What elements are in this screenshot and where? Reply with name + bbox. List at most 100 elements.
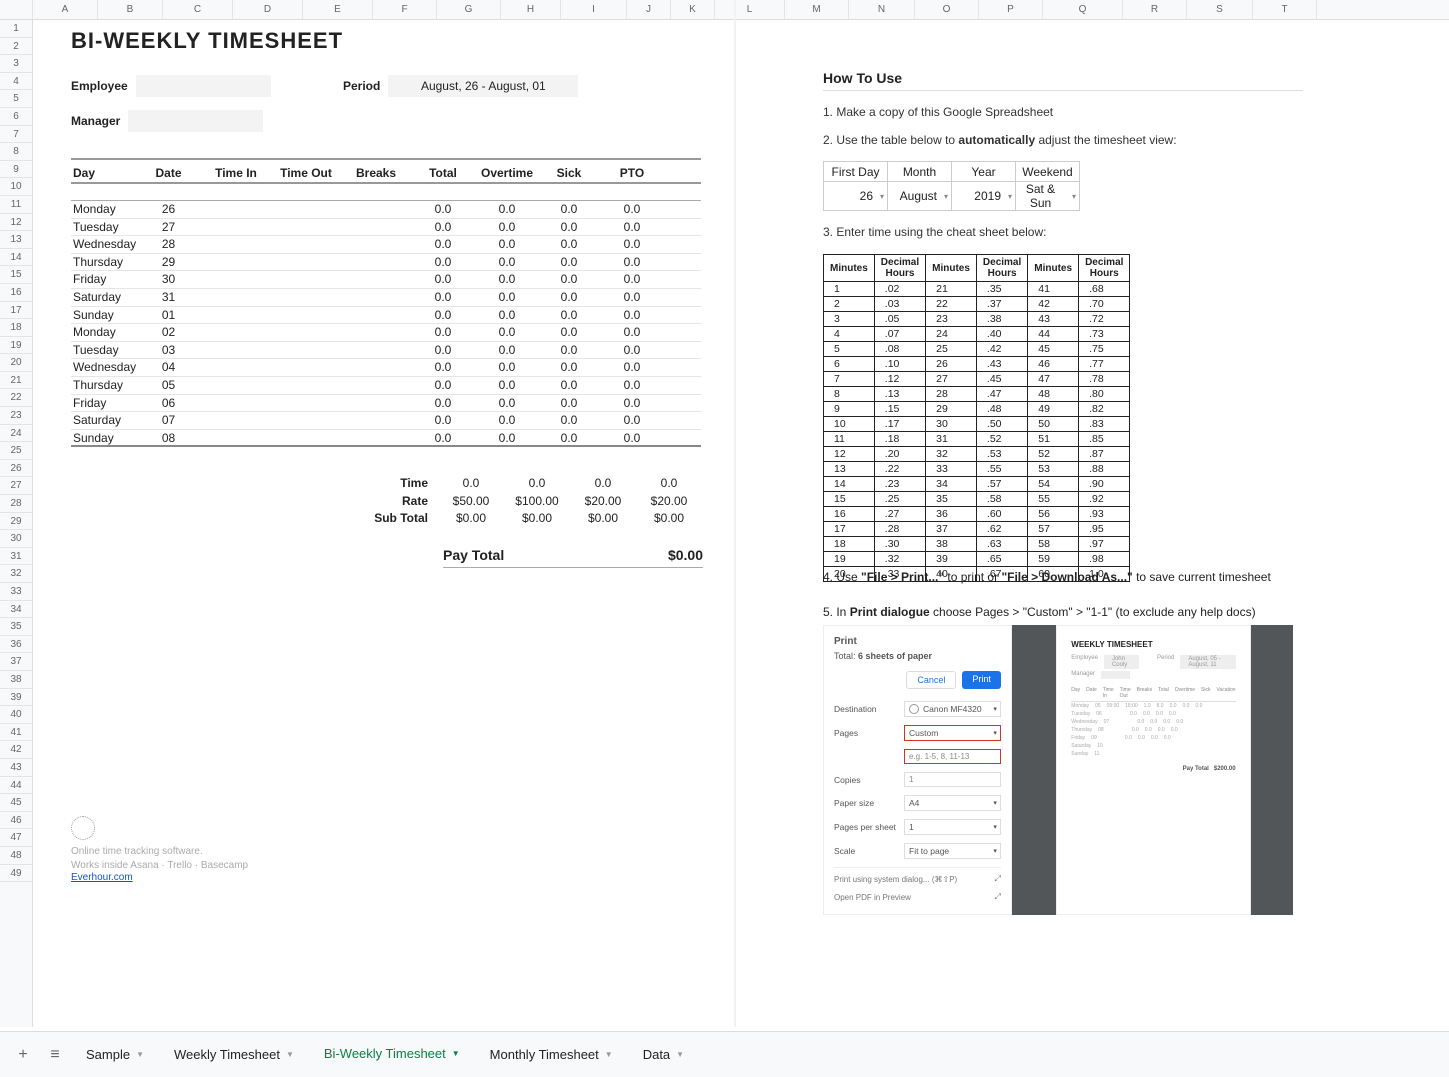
auto-dropdown[interactable]: 2019 (952, 182, 1016, 211)
row-header-9[interactable]: 9 (0, 161, 32, 179)
table-row[interactable]: Thursday290.00.00.00.0 (71, 254, 701, 272)
table-row[interactable]: Saturday070.00.00.00.0 (71, 412, 701, 430)
column-headers[interactable]: ABCDEFGHIJKLMNOPQRST (0, 0, 1449, 20)
col-header-Q[interactable]: Q (1043, 0, 1123, 19)
row-header-11[interactable]: 11 (0, 196, 32, 214)
table-row[interactable]: Monday260.00.00.00.0 (71, 201, 701, 219)
employee-input[interactable] (136, 75, 271, 97)
auto-settings-table[interactable]: First DayMonthYearWeekend 26August2019Sa… (823, 161, 1080, 211)
row-header-48[interactable]: 48 (0, 847, 32, 865)
row-header-21[interactable]: 21 (0, 372, 32, 390)
col-header-T[interactable]: T (1253, 0, 1317, 19)
table-row[interactable]: Tuesday030.00.00.00.0 (71, 342, 701, 360)
manager-input[interactable] (128, 110, 263, 132)
row-header-39[interactable]: 39 (0, 689, 32, 707)
col-header-D[interactable]: D (233, 0, 303, 19)
row-header-47[interactable]: 47 (0, 829, 32, 847)
row-header-46[interactable]: 46 (0, 812, 32, 830)
sheet-tab-bi-weekly-timesheet[interactable]: Bi-Weekly Timesheet▼ (310, 1038, 474, 1072)
sheet-tab-monthly-timesheet[interactable]: Monthly Timesheet▼ (476, 1039, 627, 1070)
col-header-O[interactable]: O (915, 0, 979, 19)
row-header-28[interactable]: 28 (0, 495, 32, 513)
col-header-I[interactable]: I (561, 0, 627, 19)
table-row[interactable]: Thursday050.00.00.00.0 (71, 377, 701, 395)
sheet-tab-data[interactable]: Data▼ (629, 1039, 698, 1070)
row-header-6[interactable]: 6 (0, 108, 32, 126)
sheet-tabs[interactable]: + ≡ Sample▼Weekly Timesheet▼Bi-Weekly Ti… (0, 1031, 1449, 1077)
sheet-tab-weekly-timesheet[interactable]: Weekly Timesheet▼ (160, 1039, 308, 1070)
table-row[interactable]: Friday300.00.00.00.0 (71, 271, 701, 289)
row-header-13[interactable]: 13 (0, 231, 32, 249)
col-header-P[interactable]: P (979, 0, 1043, 19)
row-header-44[interactable]: 44 (0, 777, 32, 795)
table-row[interactable]: Sunday080.00.00.00.0 (71, 430, 701, 448)
col-header-F[interactable]: F (373, 0, 437, 19)
row-header-38[interactable]: 38 (0, 671, 32, 689)
row-header-15[interactable]: 15 (0, 266, 32, 284)
col-header-B[interactable]: B (98, 0, 163, 19)
row-header-37[interactable]: 37 (0, 653, 32, 671)
auto-dropdown[interactable]: 26 (824, 182, 888, 211)
row-header-49[interactable]: 49 (0, 865, 32, 883)
row-headers[interactable]: 1234567891011121314151617181920212223242… (0, 20, 33, 1027)
everhour-link[interactable]: Everhour.com (71, 872, 133, 883)
all-sheets-icon[interactable]: ≡ (40, 1046, 70, 1064)
row-header-19[interactable]: 19 (0, 337, 32, 355)
row-header-29[interactable]: 29 (0, 513, 32, 531)
add-sheet-icon[interactable]: + (8, 1046, 38, 1064)
table-row[interactable]: Sunday010.00.00.00.0 (71, 307, 701, 325)
row-header-2[interactable]: 2 (0, 38, 32, 56)
row-header-35[interactable]: 35 (0, 618, 32, 636)
row-header-42[interactable]: 42 (0, 741, 32, 759)
col-header-R[interactable]: R (1123, 0, 1187, 19)
sheet-tab-sample[interactable]: Sample▼ (72, 1039, 158, 1070)
table-row[interactable]: Wednesday280.00.00.00.0 (71, 236, 701, 254)
row-header-27[interactable]: 27 (0, 477, 32, 495)
row-header-4[interactable]: 4 (0, 73, 32, 91)
row-header-31[interactable]: 31 (0, 548, 32, 566)
row-header-7[interactable]: 7 (0, 126, 32, 144)
col-header-M[interactable]: M (785, 0, 849, 19)
row-header-16[interactable]: 16 (0, 284, 32, 302)
row-header-36[interactable]: 36 (0, 636, 32, 654)
period-value[interactable]: August, 26 - August, 01 (388, 75, 578, 97)
row-header-17[interactable]: 17 (0, 302, 32, 320)
col-header-J[interactable]: J (627, 0, 671, 19)
row-header-30[interactable]: 30 (0, 530, 32, 548)
row-header-40[interactable]: 40 (0, 706, 32, 724)
col-header-L[interactable]: L (715, 0, 785, 19)
row-header-23[interactable]: 23 (0, 407, 32, 425)
row-header-25[interactable]: 25 (0, 442, 32, 460)
spreadsheet-cells[interactable]: BI-WEEKLY TIMESHEET Employee Manager Per… (33, 20, 1449, 1027)
row-header-18[interactable]: 18 (0, 319, 32, 337)
table-row[interactable]: Tuesday270.00.00.00.0 (71, 219, 701, 237)
table-row[interactable]: Friday060.00.00.00.0 (71, 395, 701, 413)
auto-dropdown[interactable]: Sat & Sun (1016, 182, 1080, 211)
row-header-41[interactable]: 41 (0, 724, 32, 742)
row-header-34[interactable]: 34 (0, 601, 32, 619)
col-header-G[interactable]: G (437, 0, 501, 19)
row-header-1[interactable]: 1 (0, 20, 32, 38)
row-header-20[interactable]: 20 (0, 354, 32, 372)
row-header-3[interactable]: 3 (0, 55, 32, 73)
timesheet-table[interactable]: DayDateTime InTime OutBreaksTotalOvertim… (71, 158, 701, 447)
row-header-12[interactable]: 12 (0, 214, 32, 232)
col-header-N[interactable]: N (849, 0, 915, 19)
row-header-33[interactable]: 33 (0, 583, 32, 601)
totals-block[interactable]: Time0.00.00.00.0Rate$50.00$100.00$20.00$… (328, 475, 702, 528)
col-header-C[interactable]: C (163, 0, 233, 19)
table-row[interactable]: Wednesday040.00.00.00.0 (71, 359, 701, 377)
row-header-43[interactable]: 43 (0, 759, 32, 777)
table-row[interactable]: Monday020.00.00.00.0 (71, 324, 701, 342)
auto-dropdown[interactable]: August (888, 182, 952, 211)
col-header-E[interactable]: E (303, 0, 373, 19)
table-row[interactable]: Saturday310.00.00.00.0 (71, 289, 701, 307)
row-header-26[interactable]: 26 (0, 460, 32, 478)
row-header-5[interactable]: 5 (0, 90, 32, 108)
row-header-10[interactable]: 10 (0, 178, 32, 196)
col-header-K[interactable]: K (671, 0, 715, 19)
col-header-S[interactable]: S (1187, 0, 1253, 19)
row-header-14[interactable]: 14 (0, 249, 32, 267)
row-header-22[interactable]: 22 (0, 389, 32, 407)
row-header-8[interactable]: 8 (0, 143, 32, 161)
